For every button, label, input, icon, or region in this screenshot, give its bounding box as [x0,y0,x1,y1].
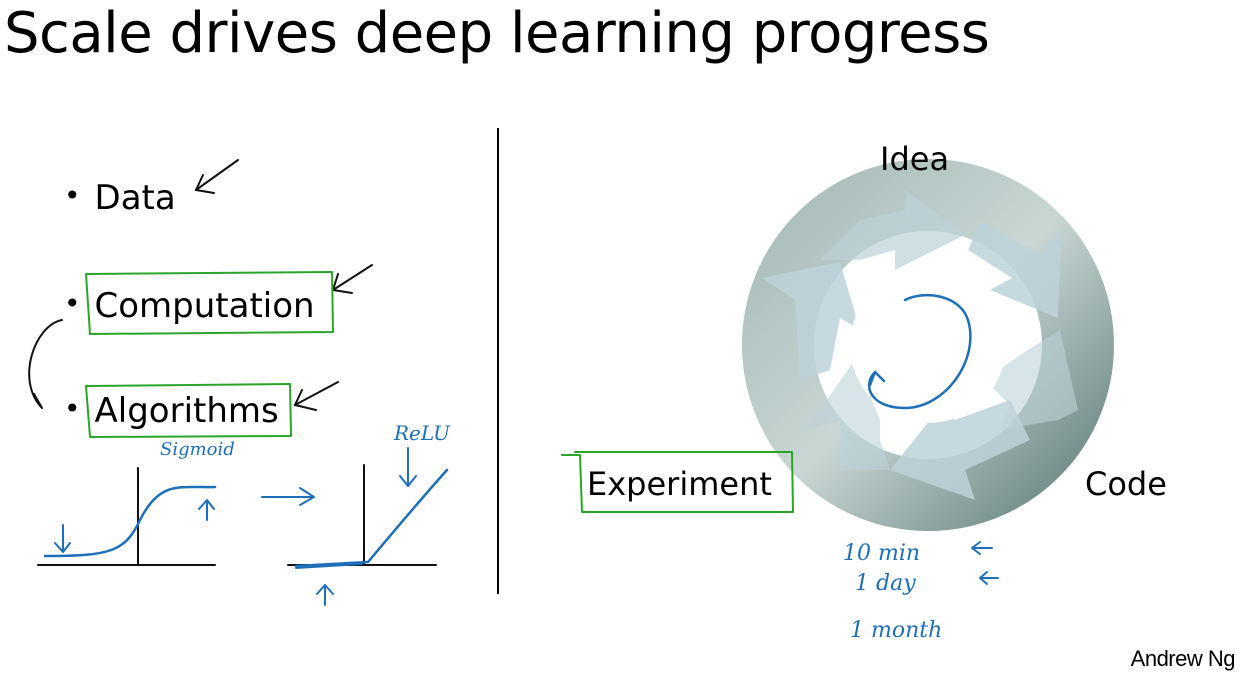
curved-feedback-arrow-icon [28,319,63,409]
black-pen-arrows [28,159,373,411]
relu-sketch [287,447,449,606]
time-10-min: 10 min [843,541,920,566]
green-highlight-boxes [85,271,794,513]
time-1-month: 1 month [850,618,942,643]
sigmoid-label: Sigmoid [160,439,235,460]
spiral-scribble-icon [867,293,972,410]
relu-label: ReLU [393,421,451,445]
arrow-to-computation-icon [332,264,373,291]
time-1-day: 1 day [855,571,916,596]
experiment-box [561,451,794,513]
sigmoid-to-relu-arrow-icon [261,487,315,506]
time-arrows [971,541,999,585]
handwritten-annotations: Sigmoid ReLU 10 min 1 day 1 month [28,159,999,643]
algorithms-box [85,383,292,438]
computation-box [85,271,334,335]
author-credit: Andrew Ng [1130,646,1236,671]
sigmoid-sketch [37,467,217,566]
